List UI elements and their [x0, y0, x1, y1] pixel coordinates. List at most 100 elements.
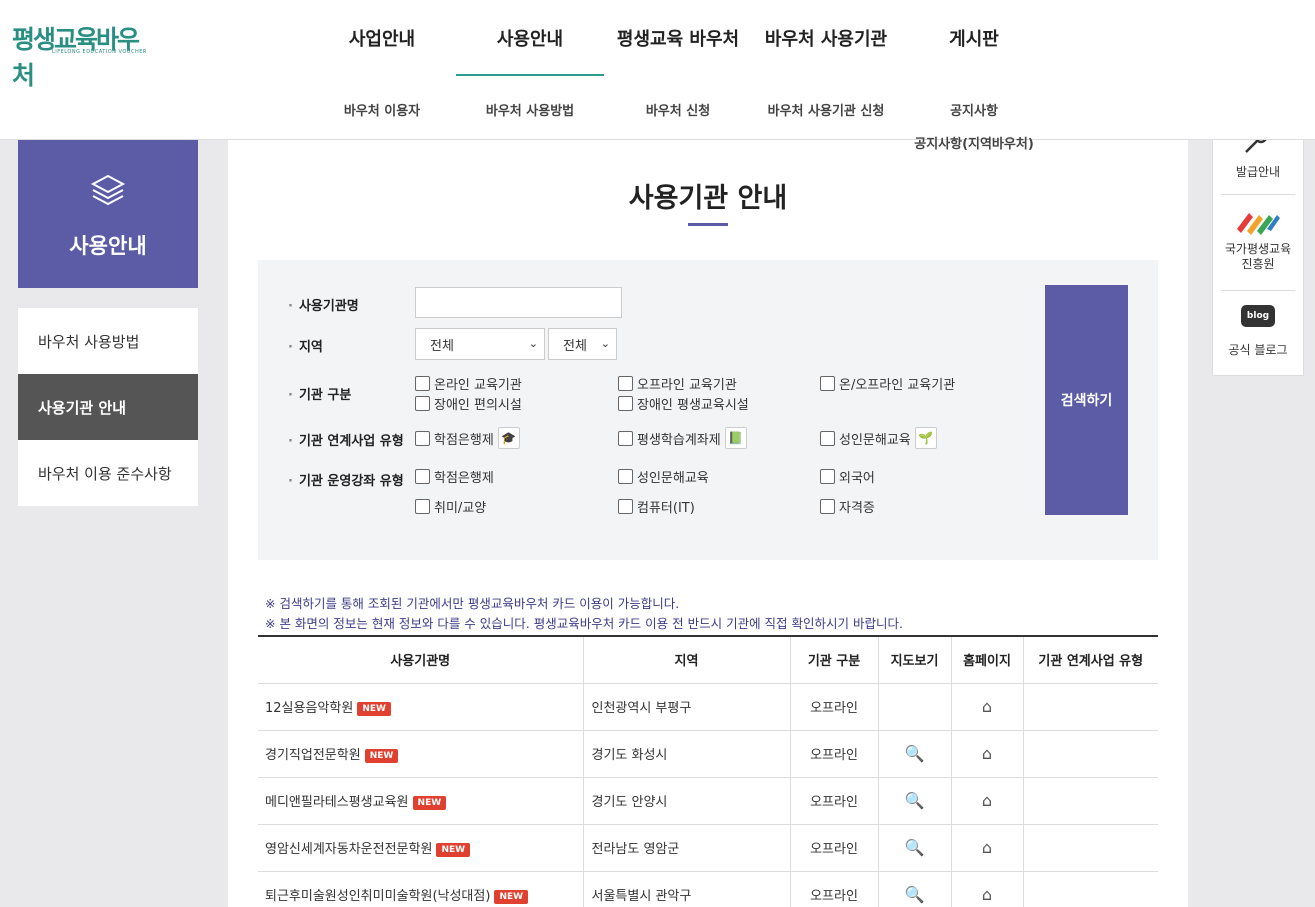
- checkbox-course-computer[interactable]: 컴퓨터(IT): [618, 497, 695, 516]
- region-select-1-value: 전체: [430, 338, 454, 354]
- checkbox-offline[interactable]: 오프라인 교육기관: [618, 374, 737, 393]
- chevron-down-icon: ⌄: [600, 337, 610, 350]
- label-institution-name: 사용기관명: [288, 295, 359, 314]
- search-icon[interactable]: 🔍: [905, 885, 925, 904]
- institution-region: 인천광역시 부평구: [583, 683, 791, 731]
- subnav-notice-local[interactable]: 공지사항(지역바우처): [900, 133, 1048, 152]
- institution-type: 오프라인: [790, 824, 879, 872]
- institution-name[interactable]: 경기직업전문학원: [265, 748, 361, 763]
- checkbox-on-offline[interactable]: 온/오프라인 교육기관: [820, 374, 955, 393]
- home-icon[interactable]: ⌂: [982, 744, 992, 763]
- checkbox-disability-facility[interactable]: 장애인 편의시설: [415, 394, 522, 413]
- checkbox-course-credit-bank[interactable]: 학점은행제: [415, 467, 494, 486]
- nav-item-board[interactable]: 게시판: [900, 0, 1048, 76]
- home-icon[interactable]: ⌂: [982, 697, 992, 716]
- quick-nile[interactable]: 국가평생교육 진흥원: [1221, 195, 1295, 291]
- home-icon[interactable]: ⌂: [982, 885, 992, 904]
- table-row: 메디앤필라테스평생교육원 NEW 경기도 안양시 오프라인 🔍 ⌂: [258, 777, 1158, 825]
- new-badge: NEW: [357, 701, 391, 716]
- subnav-voucher-user[interactable]: 바우처 이용자: [308, 100, 456, 130]
- link-type-cell: [1023, 871, 1158, 907]
- checkbox-course-hobby[interactable]: 취미/교양: [415, 497, 486, 516]
- col-header-link: 기관 연계사업 유형: [1023, 636, 1158, 684]
- checkbox-course-language[interactable]: 외국어: [820, 467, 875, 486]
- checkbox-course-certificate[interactable]: 자격증: [820, 497, 875, 516]
- adult-literacy-icon: 🌱: [914, 427, 937, 449]
- table-row: 경기직업전문학원 NEW 경기도 화성시 오프라인 🔍 ⌂: [258, 730, 1158, 778]
- search-button[interactable]: 검색하기: [1045, 285, 1128, 515]
- col-header-map: 지도보기: [878, 636, 952, 684]
- link-type-cell: [1023, 683, 1158, 731]
- search-icon[interactable]: 🔍: [905, 838, 925, 857]
- new-badge: NEW: [436, 842, 471, 857]
- lnb-item-institutions[interactable]: 사용기관 안내: [18, 374, 198, 440]
- layers-icon: [90, 174, 126, 206]
- lnb-item-rules[interactable]: 바우처 이용 준수사항: [18, 440, 198, 506]
- quick-blog[interactable]: blog 공식 블로그: [1221, 291, 1295, 377]
- lnb-item-howto[interactable]: 바우처 사용방법: [18, 308, 198, 374]
- institution-type: 오프라인: [790, 871, 879, 907]
- institution-name[interactable]: 12실용음악학원: [265, 701, 353, 716]
- site-logo[interactable]: 평생교육바우처 LIFELONG EDUCATION VOUCHER: [12, 20, 152, 90]
- quick-issue-label: 발급안내: [1235, 165, 1281, 179]
- subnav-voucher-howto[interactable]: 바우처 사용방법: [456, 100, 604, 130]
- subnav-voucher-apply[interactable]: 바우처 신청: [604, 100, 752, 130]
- region-select-1[interactable]: 전체 ⌄: [415, 328, 545, 360]
- institution-name[interactable]: 메디앤필라테스평생교육원: [265, 795, 409, 810]
- search-icon[interactable]: 🔍: [905, 744, 925, 763]
- col-header-type: 기관 구분: [790, 636, 879, 684]
- region-select-2[interactable]: 전체 ⌄: [548, 328, 617, 360]
- nav-item-institutions[interactable]: 바우처 사용기관: [752, 0, 900, 76]
- institution-region: 경기도 안양시: [583, 777, 791, 825]
- link-type-cell: [1023, 730, 1158, 778]
- label-link-program: 기관 연계사업 유형: [288, 430, 404, 449]
- home-icon[interactable]: ⌂: [982, 838, 992, 857]
- lnb-title: 사용안내: [69, 234, 147, 258]
- blog-icon: blog: [1241, 305, 1275, 327]
- sub-nav: 바우처 이용자 바우처 사용방법 바우처 신청 바우처 사용기관 신청 공지사항: [308, 100, 1048, 130]
- page-title: 사용기관 안내: [628, 183, 788, 214]
- institution-name[interactable]: 퇴근후미술원성인취미미술학원(낙성대점): [265, 889, 490, 904]
- search-icon[interactable]: 🔍: [905, 791, 925, 810]
- subnav-institution-apply[interactable]: 바우처 사용기관 신청: [752, 100, 900, 130]
- notice-1: ※ 검색하기를 통해 조회된 기관에서만 평생교육바우처 카드 이용이 가능합니…: [265, 596, 680, 611]
- subnav-notice[interactable]: 공지사항: [900, 100, 1048, 130]
- checkbox-course-literacy[interactable]: 성인문해교육: [618, 467, 709, 486]
- nav-item-usage[interactable]: 사용안내: [456, 0, 604, 76]
- institution-name-input[interactable]: [415, 287, 622, 318]
- home-icon[interactable]: ⌂: [982, 791, 992, 810]
- new-badge: NEW: [364, 748, 399, 763]
- nav-item-voucher[interactable]: 평생교육 바우처: [604, 0, 752, 76]
- main-nav: 사업안내 사용안내 평생교육 바우처 바우처 사용기관 게시판: [308, 0, 1048, 76]
- nile-logo-icon: [1237, 213, 1280, 235]
- institution-region: 경기도 화성시: [583, 730, 791, 778]
- map-cell-empty: [878, 683, 952, 731]
- col-header-name: 사용기관명: [258, 636, 584, 684]
- checkbox-online[interactable]: 온라인 교육기관: [415, 374, 522, 393]
- search-panel: 사용기관명 지역 전체 ⌄ 전체 ⌄ 기관 구분 온라인 교육기관 오프라인 교…: [258, 260, 1158, 560]
- graduation-cap-icon: 🎓: [497, 427, 520, 449]
- logo-title: 평생교육바우처: [12, 25, 140, 90]
- checkbox-link-credit-bank[interactable]: 학점은행제 🎓: [415, 427, 520, 449]
- region-select-2-value: 전체: [563, 338, 587, 354]
- col-header-region: 지역: [583, 636, 791, 684]
- institution-type: 오프라인: [790, 683, 879, 731]
- lnb-menu: 바우처 사용방법 사용기관 안내 바우처 이용 준수사항: [18, 308, 198, 506]
- notice-2: ※ 본 화면의 정보는 현재 정보와 다를 수 있습니다. 평생교육바우처 카드…: [265, 616, 903, 631]
- nav-item-business[interactable]: 사업안내: [308, 0, 456, 76]
- chevron-down-icon: ⌄: [528, 337, 538, 350]
- learning-account-icon: 📗: [724, 427, 747, 449]
- title-underline: [688, 223, 728, 226]
- checkbox-link-learning-account[interactable]: 평생학습계좌제 📗: [618, 427, 747, 449]
- checkbox-disability-education[interactable]: 장애인 평생교육시설: [618, 394, 749, 413]
- quick-panel: 발급안내 국가평생교육 진흥원 blog 공식 블로그: [1212, 120, 1304, 376]
- link-type-cell: [1023, 777, 1158, 825]
- site-header: 평생교육바우처 LIFELONG EDUCATION VOUCHER 사업안내 …: [0, 0, 1315, 140]
- institution-table: 사용기관명 지역 기관 구분 지도보기 홈페이지 기관 연계사업 유형 12실용…: [258, 635, 1158, 907]
- institution-type: 오프라인: [790, 730, 879, 778]
- institution-name[interactable]: 영암신세계자동차운전전문학원: [265, 842, 432, 857]
- main-content: 사용기관 안내 사용기관명 지역 전체 ⌄ 전체 ⌄ 기관 구분 온라인 교육기…: [228, 140, 1188, 907]
- col-header-homepage: 홈페이지: [951, 636, 1024, 684]
- institution-type: 오프라인: [790, 777, 879, 825]
- checkbox-link-adult-literacy[interactable]: 성인문해교육 🌱: [820, 427, 937, 449]
